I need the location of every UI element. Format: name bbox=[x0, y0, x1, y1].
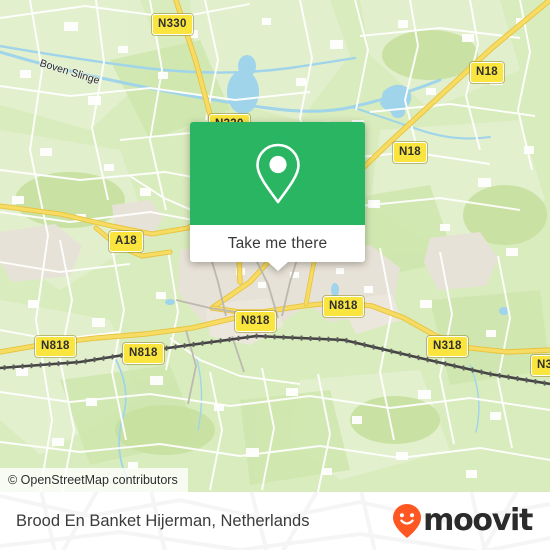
road-shield-n818-center[interactable]: N818 bbox=[323, 296, 364, 317]
take-me-there-label: Take me there bbox=[227, 234, 328, 252]
bottom-info-bar: Brood En Banket Hijerman, Netherlands mo… bbox=[0, 492, 550, 550]
road-shield-a18[interactable]: A18 bbox=[109, 231, 143, 252]
attribution-text: © OpenStreetMap contributors bbox=[8, 473, 178, 487]
road-shield-n318[interactable]: N318 bbox=[427, 336, 468, 357]
location-pin-icon bbox=[255, 143, 300, 203]
road-shield-n330-top[interactable]: N330 bbox=[152, 14, 193, 35]
popup-icon-panel bbox=[190, 122, 365, 225]
moovit-logo[interactable]: moovit bbox=[392, 503, 533, 539]
road-shield-n18-topright[interactable]: N18 bbox=[470, 62, 504, 83]
popup-tail bbox=[267, 262, 288, 271]
road-shield-n818-left[interactable]: N818 bbox=[35, 336, 76, 357]
road-shield-n3-edge[interactable]: N3 bbox=[531, 355, 550, 376]
map-canvas[interactable]: N330 N330 N18 N18 A18 N818 N818 N818 N81… bbox=[0, 0, 550, 492]
moovit-wordmark: moovit bbox=[423, 503, 533, 538]
popup-action-panel[interactable]: Take me there bbox=[190, 225, 365, 262]
moovit-pin-smile-icon bbox=[393, 504, 422, 538]
destination-popup[interactable]: Take me there bbox=[190, 122, 365, 271]
road-shield-n818-town[interactable]: N818 bbox=[235, 311, 276, 332]
road-shield-n18-mid[interactable]: N18 bbox=[393, 142, 427, 163]
place-name-label: Brood En Banket Hijerman, Netherlands bbox=[16, 511, 310, 530]
moovit-map-screen: N330 N330 N18 N18 A18 N818 N818 N818 N81… bbox=[0, 0, 550, 550]
road-shield-n818-leftmid[interactable]: N818 bbox=[123, 343, 164, 364]
map-attribution[interactable]: © OpenStreetMap contributors bbox=[0, 468, 188, 492]
